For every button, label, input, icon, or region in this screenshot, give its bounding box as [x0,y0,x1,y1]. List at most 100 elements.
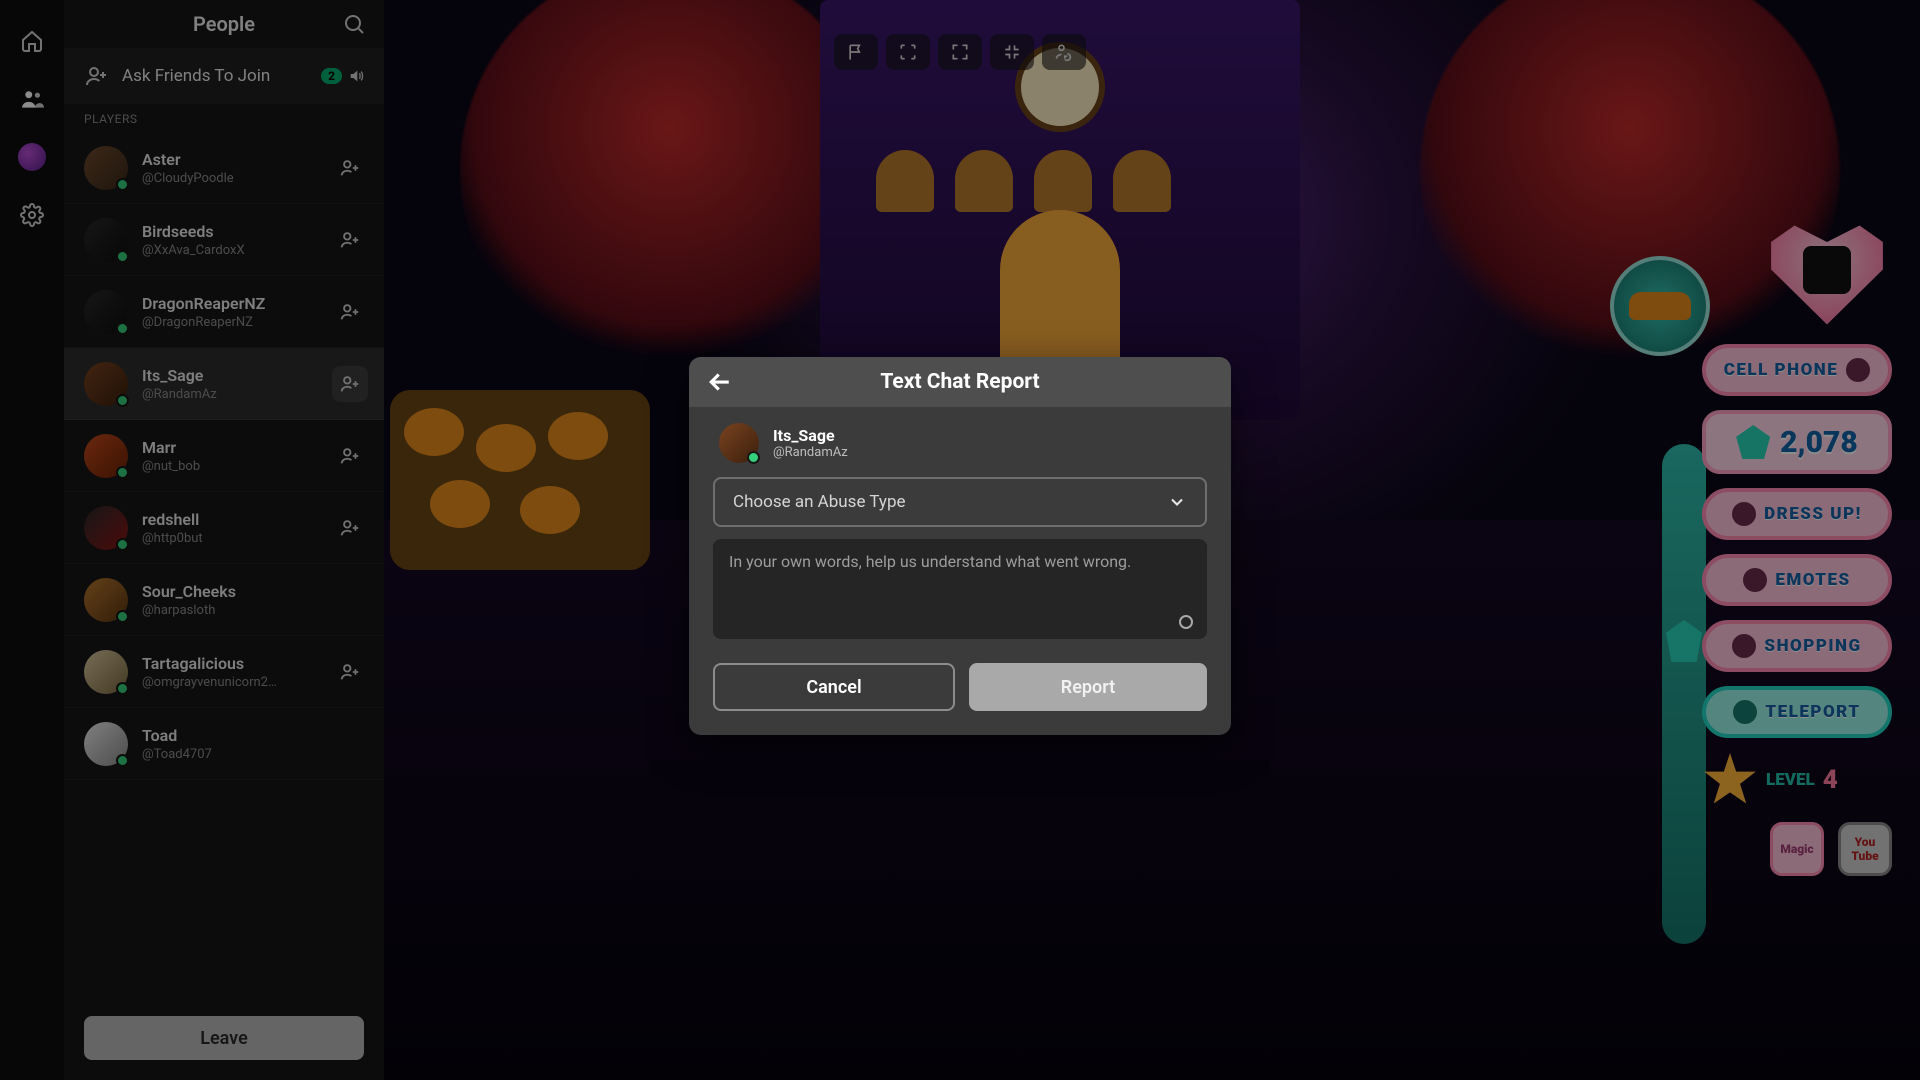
target-handle: @RandamAz [773,445,848,460]
player-row[interactable]: DragonReaperNZ @DragonReaperNZ [64,276,384,348]
sound-icon [348,68,364,84]
spinner-icon [1179,615,1193,629]
mansion-window [876,150,934,212]
teleport-icon [1733,700,1757,724]
avatar [84,146,128,190]
hud-teleport[interactable]: TELEPORT [1702,686,1892,738]
player-name: Marr [142,438,318,457]
description-placeholder: In your own words, help us understand wh… [729,551,1191,573]
hud-dress-up[interactable]: DRESS UP! [1702,488,1892,540]
emote-icon [1743,568,1767,592]
hud-magic[interactable]: Magic [1770,822,1824,876]
players-section-label: PLAYERS [64,104,384,132]
avatar [84,218,128,262]
add-friend-button[interactable] [332,366,368,402]
player-row[interactable]: Tartagalicious @omgrayvenunicorn2… [64,636,384,708]
hud-cell-phone[interactable]: CELL PHONE [1702,344,1892,396]
add-friend-button[interactable] [332,510,368,546]
search-icon [342,12,366,36]
add-friend-button[interactable] [332,222,368,258]
player-name: redshell [142,510,318,529]
util-report[interactable] [834,34,878,70]
avatar [84,434,128,478]
player-row[interactable]: Aster @CloudyPoodle [64,132,384,204]
status-dot [116,754,129,767]
people-header: People [64,0,384,48]
player-row[interactable]: Sour_Cheeks @harpasloth [64,564,384,636]
report-target: Its_Sage @RandamAz [713,423,1207,463]
nav-settings[interactable] [15,198,49,232]
heart-slot[interactable] [1762,220,1892,330]
youtube-label-2: Tube [1851,849,1878,863]
chevron-down-icon [1167,492,1187,512]
shopping-icon [1732,634,1756,658]
magic-label: Magic [1780,842,1813,856]
hud-backstrip [1662,444,1706,944]
status-dot [747,451,760,464]
mansion-window [1113,150,1171,212]
report-button[interactable]: Report [969,663,1207,711]
gem-icon [1736,425,1770,459]
cancel-button[interactable]: Cancel [713,663,955,711]
hud-level: LEVEL 4 [1702,752,1892,808]
mansion-window [955,150,1013,212]
player-handle: @omgrayvenunicorn2… [142,675,318,690]
back-arrow-icon [705,367,735,397]
pumpkin-patch [390,390,650,570]
avatar [84,362,128,406]
youtube-label-1: You [1855,835,1876,849]
hud-shopping[interactable]: SHOPPING [1702,620,1892,672]
util-fullscreen[interactable] [938,34,982,70]
util-respawn[interactable] [1042,34,1086,70]
player-handle: @XxAva_CardoxX [142,243,318,258]
text-chat-report-modal: Text Chat Report Its_Sage @RandamAz Choo… [689,357,1231,735]
people-search[interactable] [342,12,366,36]
nav-people[interactable] [15,82,49,116]
add-friend-button[interactable] [332,150,368,186]
util-screenshot[interactable] [886,34,930,70]
add-friend-icon [339,373,361,395]
modal-back-button[interactable] [705,367,735,397]
hud-youtube[interactable]: You Tube [1838,822,1892,876]
hud-emotes[interactable]: EMOTES [1702,554,1892,606]
player-handle: @http0but [142,531,318,546]
add-friend-icon [339,445,361,467]
player-row[interactable]: Its_Sage @RandamAz [64,348,384,420]
hud-label: SHOPPING [1764,636,1861,656]
player-row[interactable]: Toad @Toad4707 [64,708,384,780]
add-friend-button[interactable] [332,438,368,474]
player-row[interactable]: redshell @http0but [64,492,384,564]
ask-friends-row[interactable]: Ask Friends To Join 2 [64,48,384,104]
status-dot [116,178,129,191]
add-friend-icon [339,157,361,179]
nav-rail [0,0,64,1080]
flag-icon [846,42,866,62]
level-value: 4 [1823,765,1838,795]
abuse-type-select[interactable]: Choose an Abuse Type [713,477,1207,527]
player-name: Sour_Cheeks [142,582,368,601]
util-exit-fullscreen[interactable] [990,34,1034,70]
player-row[interactable]: Marr @nut_bob [64,420,384,492]
hud: CELL PHONE 2,078 DRESS UP! EMOTES SHOPPI… [1702,220,1892,876]
status-dot [116,322,129,335]
report-description-input[interactable]: In your own words, help us understand wh… [713,539,1207,639]
nav-home[interactable] [15,24,49,58]
player-row[interactable]: Birdseeds @XxAva_CardoxX [64,204,384,276]
avatar [84,578,128,622]
player-handle: @DragonReaperNZ [142,315,318,330]
leave-button[interactable]: Leave [84,1016,364,1060]
player-name: Birdseeds [142,222,318,241]
currency-value: 2,078 [1780,425,1858,460]
add-friend-button[interactable] [332,654,368,690]
mansion-door [1000,210,1120,380]
add-friend-button[interactable] [332,294,368,330]
add-friend-icon [339,661,361,683]
car-button[interactable] [1610,256,1710,356]
hud-currency-counter[interactable]: 2,078 [1702,410,1892,474]
people-title: People [193,12,255,36]
nav-game-icon[interactable] [15,140,49,174]
status-dot [116,394,129,407]
status-dot [116,466,129,479]
avatar [84,506,128,550]
game-icon [18,143,46,171]
